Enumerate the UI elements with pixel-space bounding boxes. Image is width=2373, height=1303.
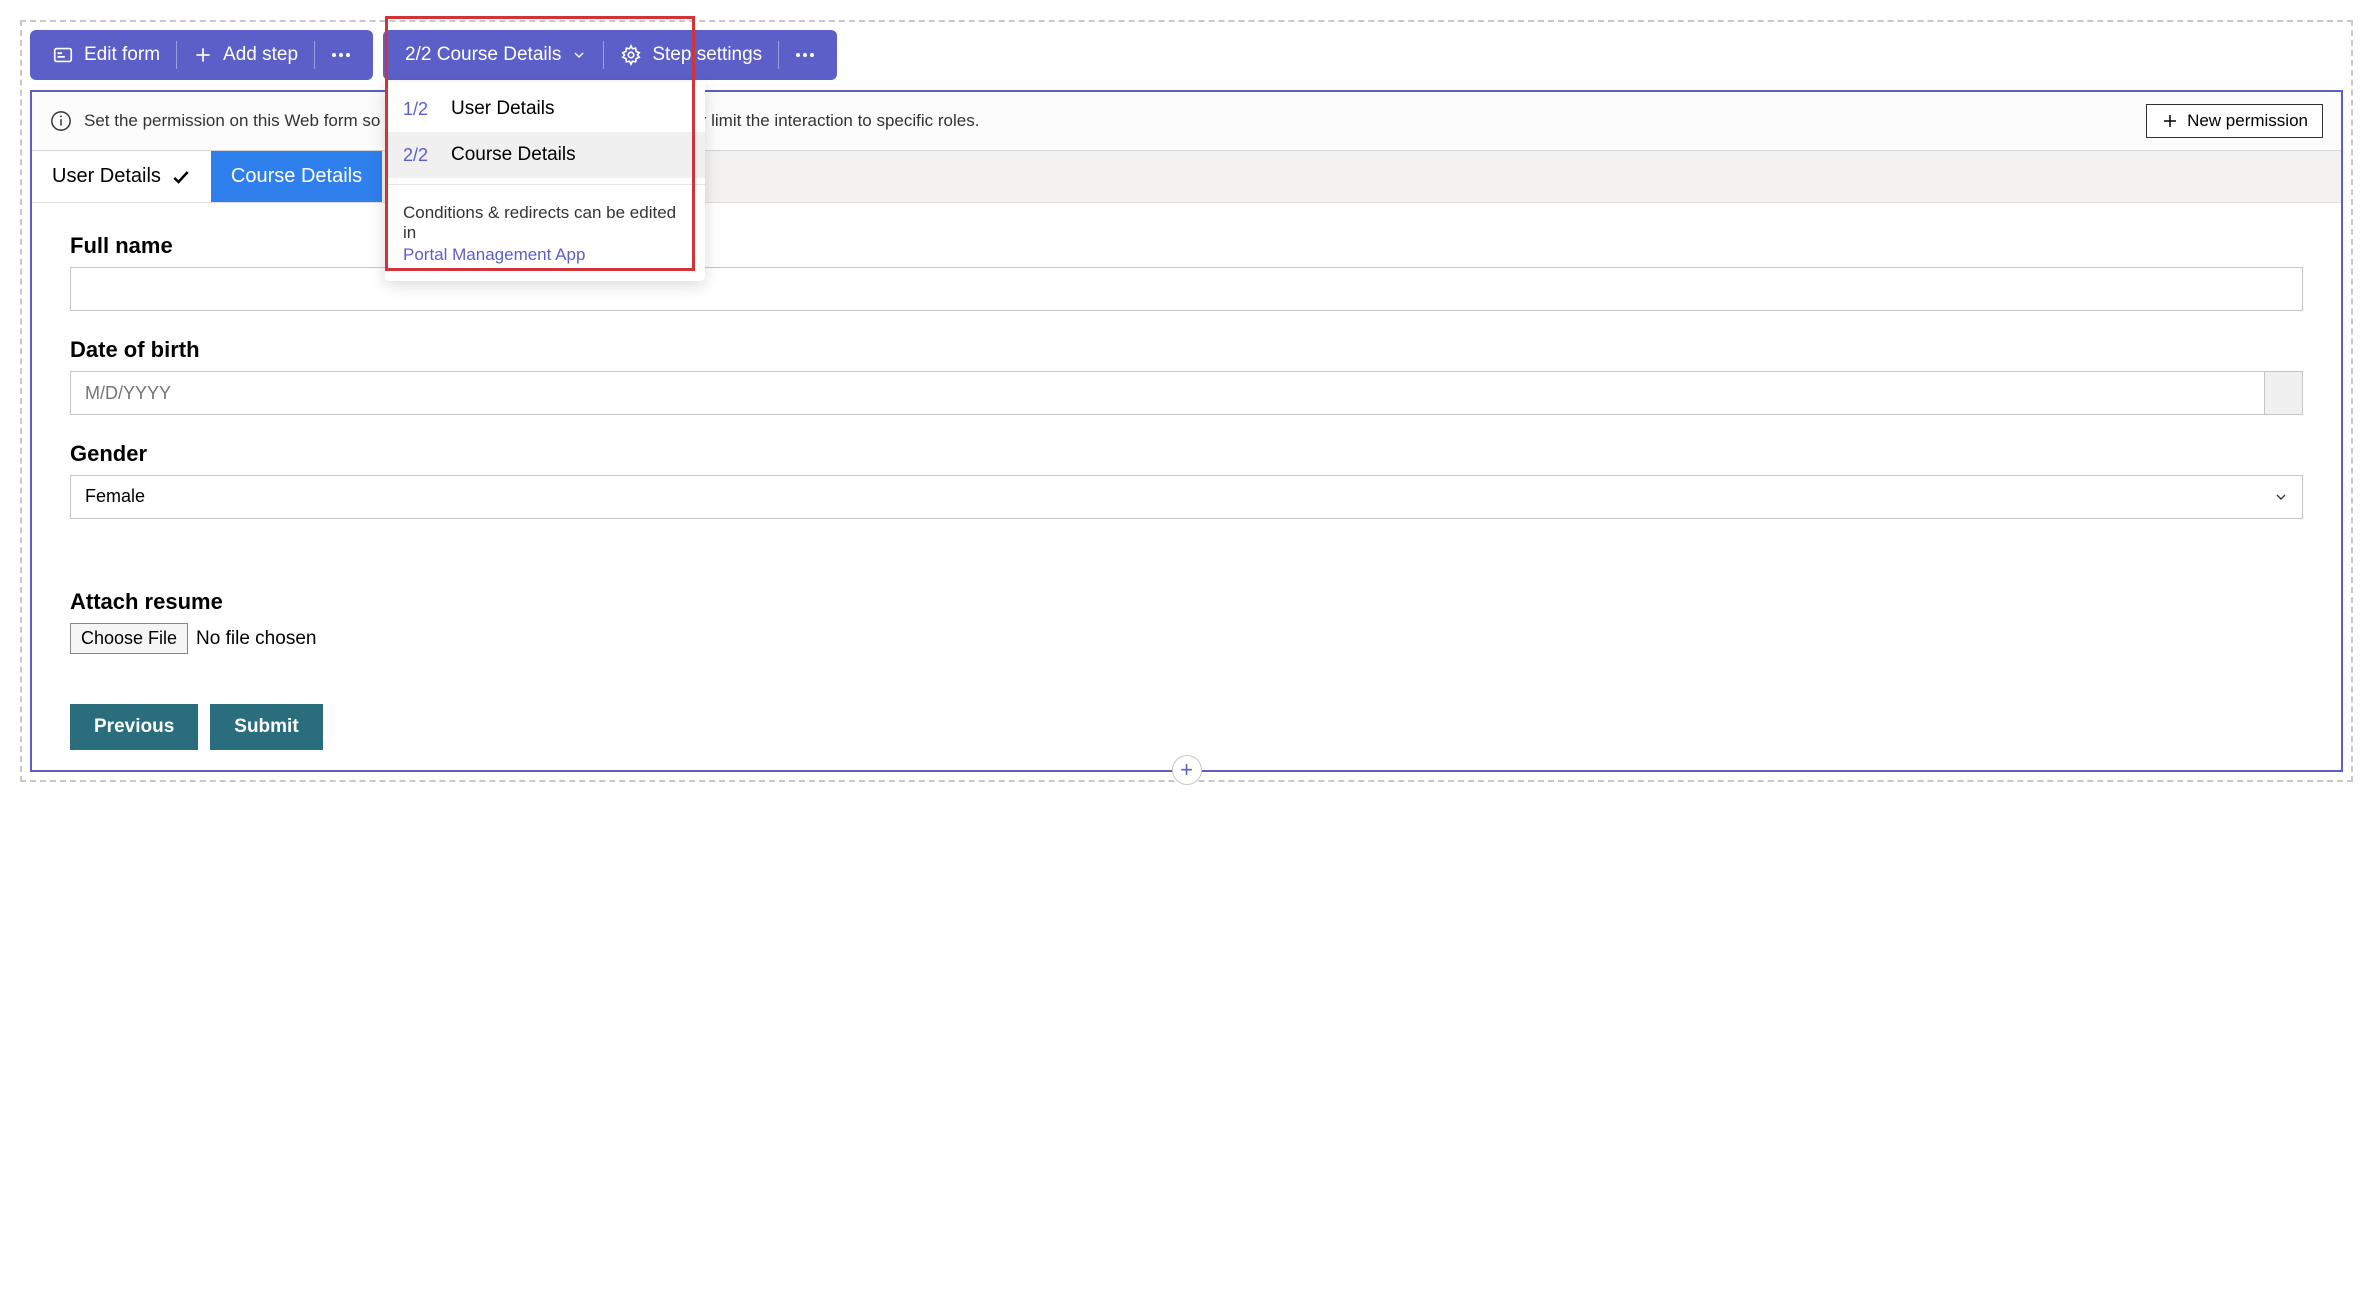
footer-text: Conditions & redirects can be edited in [403,203,676,242]
add-step-button[interactable]: Add step [179,38,312,72]
form-fields: Full name Date of birth Gender Female [32,203,2341,770]
step-dropdown-menu: 1/2 User Details 2/2 Course Details Cond… [385,82,705,281]
step-name: Course Details [451,144,576,166]
field-label: Gender [70,441,2303,467]
previous-button[interactable]: Previous [70,704,198,750]
divider [778,41,779,69]
new-permission-label: New permission [2187,111,2308,131]
permission-info-bar: Set the permission on this Web form so i… [32,92,2341,151]
field-attach-resume: Attach resume Choose File No file chosen [70,589,2303,654]
plus-icon [2161,112,2179,130]
plus-icon [193,45,213,65]
ellipsis-icon [795,52,815,58]
field-label: Date of birth [70,337,2303,363]
submit-button[interactable]: Submit [210,704,322,750]
step-fraction: 2/2 [403,145,437,166]
new-permission-button[interactable]: New permission [2146,104,2323,138]
editor-canvas: Edit form Add step [20,20,2353,782]
step-dropdown-item-course-details[interactable]: 2/2 Course Details [385,132,705,178]
field-dob: Date of birth [70,337,2303,415]
toolbar-group-form: Edit form Add step [30,30,373,80]
plus-icon: + [1180,757,1193,783]
step-fraction: 1/2 [403,99,437,120]
divider [176,41,177,69]
edit-form-label: Edit form [84,44,160,66]
divider [314,41,315,69]
info-icon [50,110,72,132]
tab-course-details[interactable]: Course Details [211,151,382,202]
portal-management-link[interactable]: Portal Management App [403,245,687,265]
date-input-wrap [70,371,2303,415]
step-tabs: User Details Course Details [32,151,2341,203]
step-selector-button[interactable]: 2/2 Course Details [391,38,601,72]
current-step-label: 2/2 Course Details [405,44,561,66]
checkmark-icon [171,167,191,187]
divider [385,184,705,185]
tab-user-details[interactable]: User Details [32,151,211,202]
add-step-label: Add step [223,44,298,66]
step-settings-label: Step settings [652,44,762,66]
file-input-row: Choose File No file chosen [70,623,2303,654]
choose-file-button[interactable]: Choose File [70,623,188,654]
toolbar-group-step: 2/2 Course Details Step settings [383,30,837,80]
step-name: User Details [451,98,554,120]
form-icon [52,44,74,66]
chevron-down-icon [571,47,587,63]
field-gender: Gender Female [70,441,2303,519]
step-dropdown-item-user-details[interactable]: 1/2 User Details [385,86,705,132]
dob-input[interactable] [70,371,2265,415]
gender-select-wrap: Female [70,475,2303,519]
more-step-actions-button[interactable] [781,46,829,64]
field-label: Attach resume [70,589,2303,615]
form-actions: Previous Submit [70,704,2303,750]
editor-toolbar: Edit form Add step [30,30,2343,80]
gender-select[interactable]: Female [70,475,2303,519]
form-preview-area: Set the permission on this Web form so i… [30,90,2343,772]
ellipsis-icon [331,52,351,58]
more-form-actions-button[interactable] [317,46,365,64]
gear-icon [620,44,642,66]
file-status-text: No file chosen [196,628,316,650]
tab-label: Course Details [231,165,362,188]
step-dropdown-footer: Conditions & redirects can be edited in … [385,191,705,277]
edit-form-button[interactable]: Edit form [38,38,174,72]
add-section-handle[interactable]: + [1172,755,1202,785]
divider [603,41,604,69]
date-picker-button[interactable] [2265,371,2303,415]
step-settings-button[interactable]: Step settings [606,38,776,72]
tab-label: User Details [52,165,161,188]
